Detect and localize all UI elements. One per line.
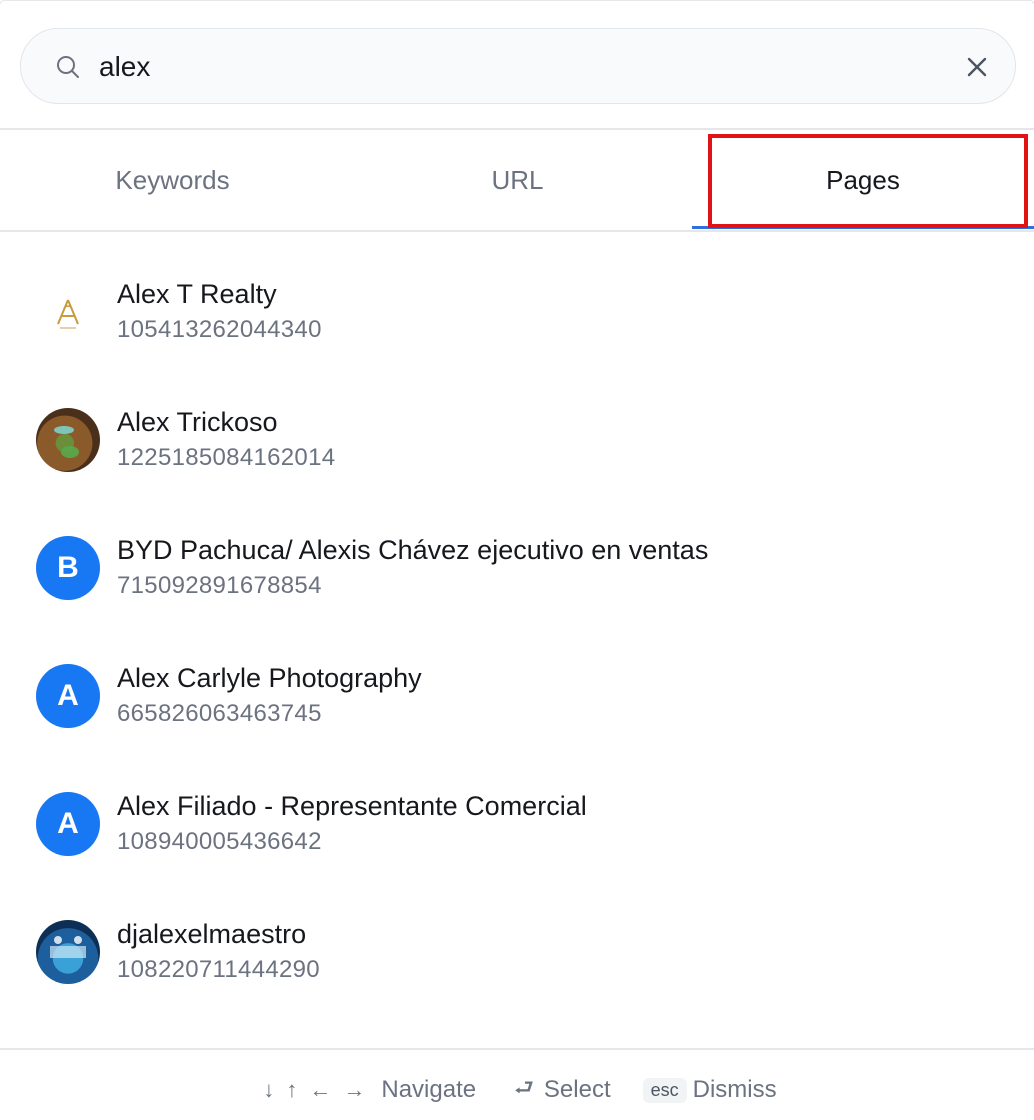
search-bar[interactable]: alex	[20, 28, 1016, 104]
result-id: 1225185084162014	[117, 444, 336, 471]
clear-search-button[interactable]	[961, 51, 993, 83]
divider	[0, 230, 1034, 232]
divider	[0, 1048, 1034, 1050]
result-name: Alex Carlyle Photography	[117, 663, 422, 693]
profile-photo-icon	[50, 936, 86, 958]
arrow-up-icon: ↑	[286, 1077, 298, 1102]
navigate-label: Navigate	[381, 1076, 477, 1103]
list-item[interactable]: B BYD Pachuca/ Alexis Chávez ejecutivo e…	[0, 518, 1034, 646]
avatar	[36, 920, 100, 984]
list-item[interactable]: Alex Trickoso 1225185084162014	[0, 390, 1034, 518]
result-id: 105413262044340	[117, 316, 322, 343]
keyboard-hints: ↓ ↑ ← → Navigate ⮐ Select esc Dismiss	[0, 1066, 1034, 1114]
result-id: 665826063463745	[117, 700, 322, 727]
tab-pages[interactable]: Pages	[692, 130, 1034, 230]
avatar: A	[36, 664, 100, 728]
close-icon	[967, 57, 987, 77]
realty-logo-icon	[57, 299, 79, 329]
tab-bar: Keywords URL Pages	[0, 130, 1034, 230]
avatar	[36, 282, 100, 346]
result-id: 108940005436642	[117, 828, 322, 855]
active-tab-indicator	[692, 226, 1034, 229]
select-label: Select	[543, 1076, 611, 1103]
result-name: Alex Trickoso	[117, 407, 278, 437]
panel-top-edge	[0, 0, 1034, 4]
result-id: 108220711444290	[117, 956, 320, 983]
result-id: 715092891678854	[117, 572, 322, 599]
avatar: A	[36, 792, 100, 856]
avatar: B	[36, 536, 100, 600]
profile-photo-icon	[54, 426, 79, 458]
tab-keywords[interactable]: Keywords	[0, 130, 345, 230]
arrow-down-icon: ↓	[263, 1077, 275, 1102]
list-item[interactable]: A Alex Carlyle Photography 6658260634637…	[0, 646, 1034, 774]
result-name: BYD Pachuca/ Alexis Chávez ejecutivo en …	[117, 535, 709, 565]
search-icon	[57, 56, 79, 78]
arrow-left-icon: ←	[309, 1077, 332, 1102]
enter-key-icon: ⮐	[514, 1075, 534, 1100]
search-input[interactable]: alex	[99, 50, 150, 84]
result-name: Alex T Realty	[117, 279, 277, 309]
esc-key-badge: esc	[642, 1077, 687, 1103]
list-item[interactable]: A Alex Filiado - Representante Comercial…	[0, 774, 1034, 902]
list-item[interactable]: djalexelmaestro 108220711444290	[0, 902, 1034, 1030]
tab-url[interactable]: URL	[345, 130, 690, 230]
list-item[interactable]: Alex T Realty 105413262044340	[0, 262, 1034, 390]
avatar	[36, 408, 100, 472]
dismiss-label: Dismiss	[692, 1076, 777, 1103]
result-name: Alex Filiado - Representante Comercial	[117, 791, 587, 821]
result-name: djalexelmaestro	[117, 919, 307, 949]
arrow-right-icon: →	[343, 1077, 366, 1102]
